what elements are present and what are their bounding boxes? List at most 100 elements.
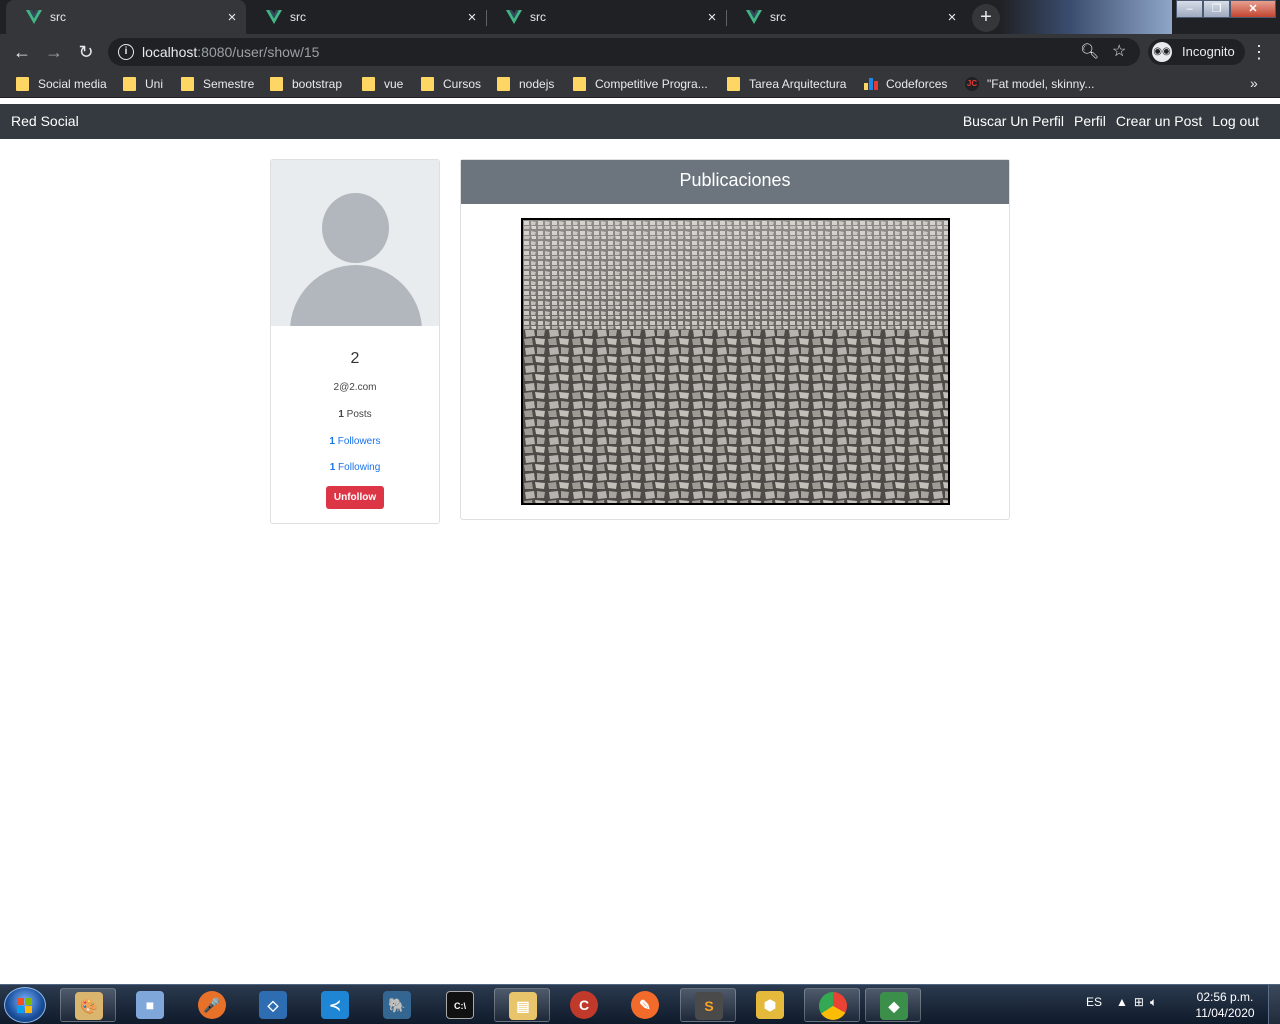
bookmark-label: vue [384, 77, 404, 91]
avatar-head-shape [322, 193, 389, 263]
taskbar-app[interactable]: ≺ [307, 988, 363, 1022]
bookmark-label: nodejs [519, 77, 555, 91]
clock-time: 02:56 p.m. [1196, 990, 1254, 1004]
posts-stat: 1 Posts [271, 409, 439, 420]
taskbar-sublime[interactable]: S [680, 988, 736, 1022]
forward-arrow-icon[interactable]: → [42, 40, 66, 64]
unfollow-button[interactable]: Unfollow [326, 486, 384, 509]
taskbar-app[interactable]: C [556, 988, 612, 1022]
taskbar-app[interactable]: 🐘 [369, 988, 425, 1022]
zoom-icon[interactable]: 🔍︎ [1080, 38, 1099, 66]
new-tab-button[interactable]: + [972, 4, 1000, 32]
start-button[interactable] [4, 987, 46, 1023]
url-path: :8080/user/show/15 [197, 44, 320, 60]
language-indicator[interactable]: ES [1086, 995, 1102, 1009]
bookmark-folder[interactable]: Cursos [421, 75, 481, 93]
tab-close-icon[interactable]: × [464, 9, 480, 26]
back-arrow-icon[interactable]: ← [10, 40, 34, 64]
bookmarks-bar: Social media Uni Semestre bootstrap vue … [0, 70, 1280, 98]
bookmark-label: Social media [38, 77, 107, 91]
system-tray[interactable]: ▲⊞🔈︎ [1116, 995, 1163, 1010]
bookmark-label: Cursos [443, 77, 482, 91]
windows-logo-icon [17, 998, 33, 1014]
folder-icon [16, 77, 29, 91]
show-desktop-button[interactable] [1268, 985, 1280, 1024]
bookmark-folder[interactable]: Tarea Arquitectura [727, 75, 846, 93]
bookmark-link[interactable]: JC "Fat model, skinny... [965, 75, 1094, 93]
system-clock[interactable]: 02:56 p.m. 11/04/2020 [1190, 989, 1260, 1021]
nav-search-profile[interactable]: Buscar Un Perfil [963, 104, 1064, 139]
taskbar-app[interactable]: ■ [122, 988, 178, 1022]
restore-button[interactable]: ❐ [1203, 0, 1230, 18]
command-prompt-icon: C:\ [446, 991, 474, 1019]
taskbar-app[interactable]: ⬢ [742, 988, 798, 1022]
more-bookmarks-icon[interactable]: » [1250, 75, 1258, 91]
bookmark-star-icon[interactable]: ☆ [1112, 38, 1126, 66]
following-link[interactable]: 1 Following [271, 462, 439, 473]
close-window-button[interactable]: ✕ [1230, 0, 1276, 18]
avatar-body-shape [290, 265, 422, 326]
post-image[interactable] [521, 218, 950, 505]
bookmark-folder[interactable]: Social media [16, 75, 107, 93]
folder-icon [270, 77, 283, 91]
vue-logo-icon [26, 10, 42, 24]
tab-close-icon[interactable]: × [704, 9, 720, 26]
postman-icon: ✎ [631, 991, 659, 1019]
jc-icon: JC [965, 77, 979, 91]
taskbar-app[interactable]: 🎤 [184, 988, 240, 1022]
tab-close-icon[interactable]: × [224, 9, 240, 26]
browser-menu-icon[interactable]: ⋮ [1250, 40, 1268, 64]
desktop-wallpaper-strip [1000, 0, 1172, 34]
incognito-badge[interactable]: ◉◉ Incognito [1148, 39, 1245, 65]
taskbar-git[interactable]: ◆ [865, 988, 921, 1022]
bookmark-link[interactable]: Codeforces [864, 75, 947, 93]
folder-icon [421, 77, 434, 91]
address-bar[interactable]: i localhost:8080/user/show/15 🔍︎ ☆ [108, 38, 1140, 66]
nav-logout[interactable]: Log out [1212, 104, 1259, 139]
taskbar-app[interactable]: ◇ [245, 988, 301, 1022]
brand-link[interactable]: Red Social [11, 104, 79, 139]
taskbar-chrome[interactable] [804, 988, 860, 1022]
browser-tab[interactable]: src × [486, 0, 726, 34]
taskbar-app[interactable]: C:\ [432, 988, 488, 1022]
browser-tab[interactable]: src × [726, 0, 966, 34]
taskbar-app[interactable]: ✎ [617, 988, 673, 1022]
folder-icon [727, 77, 740, 91]
folder-icon [497, 77, 510, 91]
bookmark-folder[interactable]: Semestre [181, 75, 254, 93]
network-icon[interactable]: ⊞ [1134, 995, 1150, 1009]
bookmark-folder[interactable]: Competitive Progra... [573, 75, 708, 93]
posts-header: Publicaciones [461, 160, 1009, 204]
show-hidden-icons-icon[interactable]: ▲ [1116, 995, 1134, 1009]
volume-icon[interactable]: 🔈︎ [1150, 995, 1163, 1009]
folder-icon [181, 77, 194, 91]
nav-profile[interactable]: Perfil [1074, 104, 1106, 139]
browser-tab-strip: src × src × src × src × + – ❐ ✕ [0, 0, 1280, 34]
bookmark-folder[interactable]: bootstrap [270, 75, 342, 93]
browser-tab[interactable]: src × [246, 0, 486, 34]
taskbar-explorer[interactable]: ▤ [494, 988, 550, 1022]
cracked-earth-photo [523, 220, 948, 503]
vue-logo-icon [266, 10, 282, 24]
site-info-icon[interactable]: i [118, 44, 134, 60]
folder-icon [362, 77, 375, 91]
bookmark-folder[interactable]: nodejs [497, 75, 554, 93]
bookmark-folder[interactable]: vue [362, 75, 403, 93]
followers-label: Followers [337, 436, 381, 447]
bookmark-folder[interactable]: Uni [123, 75, 163, 93]
nav-create-post[interactable]: Crear un Post [1116, 104, 1202, 139]
taskbar-paint-app[interactable]: 🎨 [60, 988, 116, 1022]
following-count: 1 [329, 462, 336, 473]
url-text[interactable]: localhost:8080/user/show/15 [142, 38, 319, 66]
posts-label: Posts [346, 409, 372, 420]
browser-toolbar: ← → ↻ i localhost:8080/user/show/15 🔍︎ ☆… [0, 34, 1280, 70]
app-navbar: Red Social Buscar Un Perfil Perfil Crear… [0, 104, 1280, 139]
minimize-button[interactable]: – [1176, 0, 1203, 18]
browser-tab[interactable]: src × [6, 0, 246, 34]
folder-icon [573, 77, 586, 91]
incognito-label: Incognito [1182, 44, 1235, 59]
tab-close-icon[interactable]: × [944, 9, 960, 26]
reload-icon[interactable]: ↻ [74, 40, 98, 64]
tab-title: src [530, 10, 546, 24]
followers-link[interactable]: 1 Followers [271, 436, 439, 447]
